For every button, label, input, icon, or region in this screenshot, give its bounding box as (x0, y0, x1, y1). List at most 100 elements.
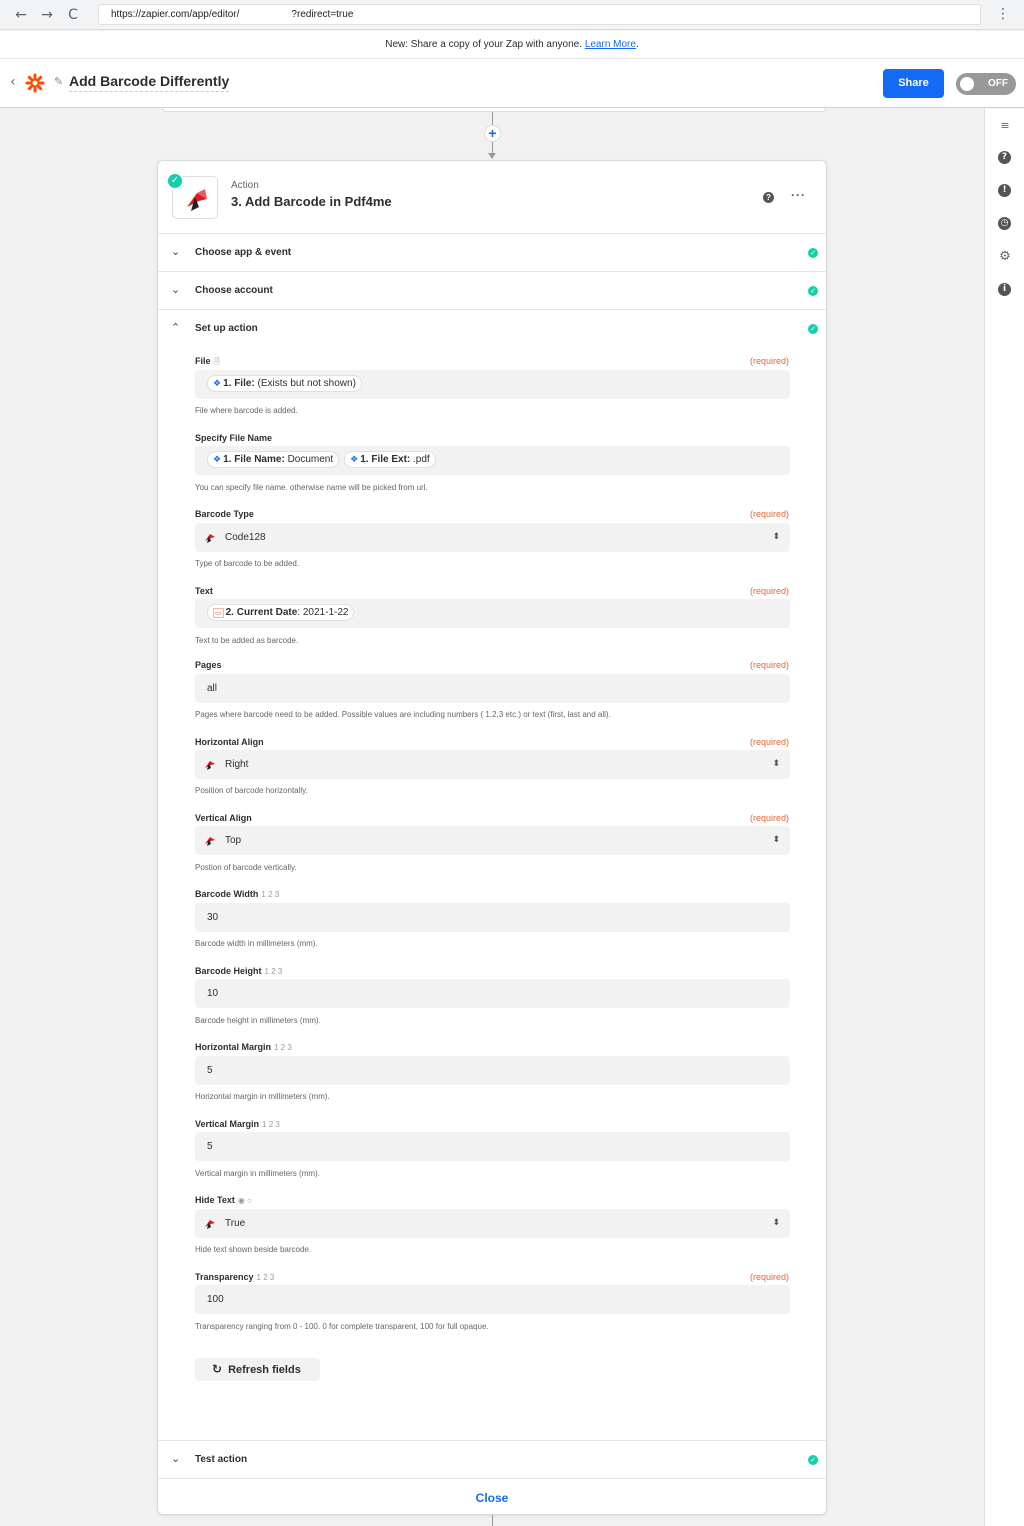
check-icon: ✓ (808, 1455, 818, 1465)
help-text: Horizontal margin in millimeters (mm). (195, 1092, 330, 1101)
required-marker: (required) (749, 509, 789, 519)
pill-key: 1. File Name: (223, 453, 285, 465)
updown-icon: ⬍ (772, 759, 780, 769)
forward-arrow-icon[interactable]: → (38, 6, 56, 24)
chevron-up-icon: ⌃ (171, 321, 181, 334)
zapier-logo-icon (25, 73, 45, 93)
editor-header: ‹ ✎ Add Barcode Differently Share (0, 59, 1024, 108)
section-label: Test action (195, 1454, 248, 1465)
vertical-margin-field[interactable]: 5 (195, 1132, 790, 1161)
pill-value: .pdf (413, 453, 430, 465)
hide-text-select[interactable]: True ⬍ (195, 1209, 790, 1238)
history-icon[interactable]: ◷ (998, 217, 1011, 230)
section-choose-account[interactable]: ⌄ Choose account ✓ (158, 271, 826, 309)
section-label: Set up action (195, 323, 258, 334)
more-options-icon[interactable]: ··· (791, 188, 806, 202)
chevron-left-icon[interactable]: ‹ (10, 74, 16, 90)
zap-title[interactable]: Add Barcode Differently (69, 73, 230, 92)
button-label: Refresh fields (228, 1364, 301, 1376)
text-field[interactable]: ▭ 2. Current Date: 2021-1-22 (195, 599, 790, 628)
chevron-down-icon: ⌄ (171, 1452, 181, 1465)
file-name-field[interactable]: ❖ 1. File Name: Document ❖ 1. File Ext: .pd… (195, 446, 790, 475)
chevron-down-icon: ⌄ (171, 283, 181, 296)
help-icon[interactable]: ? (763, 192, 774, 203)
alert-icon[interactable]: ! (998, 184, 1011, 197)
section-test-action[interactable]: ⌄ Test action ✓ (158, 1440, 826, 1478)
zap-on-off-toggle[interactable]: OFF (956, 73, 1016, 95)
horizontal-align-select[interactable]: Right ⬍ (195, 750, 790, 779)
step-title: 3. Add Barcode in Pdf4me (231, 194, 392, 209)
required-marker: (required) (749, 586, 789, 596)
data-pill[interactable]: ❖ 1. File: (Exists but not shown) (207, 374, 362, 392)
field-label-barcode-height: Barcode Height 1 2 3 (195, 966, 282, 976)
add-step-button[interactable]: + (484, 125, 501, 142)
help-text: Postion of barcode vertically. (195, 863, 297, 872)
data-pill[interactable]: ❖ 1. File Name: Document (207, 450, 340, 468)
check-icon: ✓ (808, 248, 818, 258)
refresh-icon: ↻ (212, 1362, 223, 1376)
pdf4me-icon (205, 837, 215, 846)
label-text: Barcode Height (195, 966, 262, 976)
file-field[interactable]: ❖ 1. File: (Exists but not shown) (195, 370, 790, 399)
connector-line (492, 112, 493, 125)
section-setup-action[interactable]: ⌃ Set up action ✓ (158, 309, 826, 347)
section-choose-app[interactable]: ⌄ Choose app & event ✓ (158, 233, 826, 271)
banner-text: New: Share a copy of your Zap with anyon… (385, 39, 585, 50)
select-value: True (225, 1218, 246, 1229)
data-pill[interactable]: ❖ 1. File Ext: .pdf (344, 450, 436, 468)
address-bar[interactable]: https://zapier.com/app/editor/ ?redirect=… (98, 4, 981, 25)
chevron-down-icon: ⌄ (171, 245, 181, 258)
label-text: Horizontal Margin (195, 1042, 271, 1052)
barcode-type-select[interactable]: Code128 ⬍ (195, 523, 790, 552)
section-label: Choose app & event (195, 247, 292, 258)
select-value: Code128 (225, 532, 266, 543)
number-type-icon: 1 2 3 (261, 890, 280, 899)
horizontal-margin-field[interactable]: 5 (195, 1056, 790, 1085)
data-pill[interactable]: ▭ 2. Current Date: 2021-1-22 (207, 603, 355, 621)
step-kind: Action (231, 180, 259, 191)
info-icon[interactable]: i (998, 283, 1011, 296)
field-label-text: Text (195, 586, 213, 596)
help-text: Hide text shown beside barcode. (195, 1245, 312, 1254)
learn-more-link[interactable]: Learn More (585, 39, 636, 50)
settings-icon[interactable]: ⚙ (995, 247, 1015, 267)
check-icon: ✓ (166, 172, 184, 190)
calendar-icon: ▭ (213, 607, 224, 618)
pill-value: Document (287, 453, 334, 465)
pages-field[interactable]: all (195, 674, 790, 703)
vertical-align-select[interactable]: Top ⬍ (195, 826, 790, 855)
label-text: Transparency (195, 1272, 254, 1282)
help-text: You can specify file name. otherwise nam… (195, 483, 428, 492)
required-marker: (required) (749, 813, 789, 823)
file-type-icon: 🗎 (213, 357, 220, 366)
barcode-height-field[interactable]: 10 (195, 979, 790, 1008)
number-type-icon: 1 2 3 (264, 967, 283, 976)
pdf4me-icon (205, 534, 215, 543)
updown-icon: ⬍ (772, 835, 780, 845)
toggle-label: OFF (988, 78, 1008, 89)
field-label-file-name: Specify File Name (195, 433, 273, 443)
dropbox-icon: ❖ (350, 454, 359, 465)
banner-period: . (635, 39, 639, 50)
help-icon[interactable]: ? (998, 151, 1011, 164)
connector-line (492, 1515, 493, 1526)
previous-step-card (162, 108, 826, 112)
required-marker: (required) (749, 737, 789, 747)
browser-menu-icon[interactable]: ⋮ (996, 6, 1010, 22)
transparency-field[interactable]: 100 (195, 1285, 790, 1314)
reload-icon[interactable]: C (64, 6, 82, 24)
pencil-icon[interactable]: ✎ (54, 75, 63, 88)
close-button[interactable]: Close (476, 1491, 509, 1505)
share-button[interactable]: Share (883, 69, 944, 98)
refresh-fields-button[interactable]: ↻ Refresh fields (195, 1358, 320, 1381)
boolean-type-icon: ◉ ○ (237, 1196, 252, 1205)
check-icon: ✓ (808, 324, 818, 334)
outline-icon[interactable]: ≡ (995, 116, 1015, 136)
back-arrow-icon[interactable]: ← (12, 6, 30, 24)
pill-key: 2. Current Date (225, 606, 298, 618)
number-type-icon: 1 2 3 (256, 1273, 275, 1282)
pill-value: : 2021-1-22 (297, 606, 349, 618)
barcode-width-field[interactable]: 30 (195, 903, 790, 932)
pdf4me-icon (205, 1220, 215, 1229)
pill-key: 1. File: (223, 377, 255, 389)
